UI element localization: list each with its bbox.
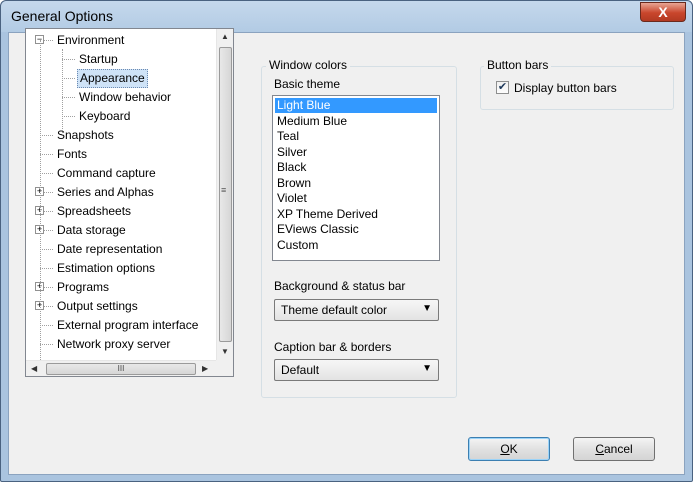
scrollbar-corner — [216, 360, 233, 376]
tree-item-label: Command capture — [57, 166, 156, 180]
theme-list-item[interactable]: Medium Blue — [275, 114, 347, 129]
tree-item-label: Window behavior — [79, 90, 172, 104]
theme-list-item[interactable]: Black — [275, 160, 306, 175]
window-title: General Options — [11, 8, 113, 24]
checkmark-icon: ✔ — [497, 81, 508, 93]
tree-item[interactable]: Network proxy server — [55, 335, 172, 354]
tree-item[interactable]: Snapshots — [55, 126, 116, 145]
tree-item[interactable]: Fonts — [55, 145, 89, 164]
tree-connector-line — [40, 325, 53, 326]
tree-item[interactable]: Programs — [55, 278, 111, 297]
tree-item-label: Programs — [57, 280, 110, 294]
theme-list-item[interactable]: Custom — [275, 238, 318, 253]
tree-item[interactable]: Series and Alphas — [55, 183, 156, 202]
tree-item-label: Series and Alphas — [57, 185, 154, 199]
tree-item-label: Network proxy server — [57, 337, 171, 351]
theme-list-item[interactable]: Brown — [275, 176, 311, 191]
display-button-bars-checkbox[interactable]: ✔ — [496, 81, 509, 94]
tree-item-label: Date representation — [57, 242, 163, 256]
tree-item-label: Estimation options — [57, 261, 156, 275]
caption-bar-borders-value: Default — [281, 363, 320, 377]
tree-item-label: Startup — [79, 52, 118, 66]
close-button[interactable]: X — [640, 2, 686, 22]
tree-item-label: Keyboard — [79, 109, 131, 123]
button-bars-group-title: Button bars — [484, 58, 552, 72]
hscroll-grip-icon: III — [117, 364, 125, 373]
tree-item[interactable]: Command capture — [55, 164, 158, 183]
ok-button[interactable]: OK — [468, 437, 550, 461]
tree-item[interactable]: Startup — [77, 50, 120, 69]
basic-theme-listbox[interactable]: Light Blue Medium Blue Teal Silver Black Brow… — [272, 95, 440, 261]
tree-item[interactable]: Keyboard — [77, 107, 132, 126]
tree-item[interactable]: Environment — [55, 31, 126, 50]
theme-list-item[interactable]: Teal — [275, 129, 299, 144]
close-icon: X — [658, 4, 668, 20]
options-tree[interactable]: Environment − Startup Appearance Window beha… — [25, 28, 234, 377]
tree-horizontal-scrollbar[interactable]: ◀ III ▶ — [26, 360, 216, 376]
tree-connector-line — [62, 97, 75, 98]
ok-button-label: OK — [500, 442, 518, 456]
tree-connector-line — [40, 344, 53, 345]
basic-theme-label: Basic theme — [274, 77, 341, 91]
tree-item[interactable]: Data storage — [55, 221, 128, 240]
scroll-down-arrow-icon[interactable]: ▼ — [221, 347, 229, 356]
tree-trunk-line — [40, 40, 41, 362]
tree-item[interactable]: External program interface — [55, 316, 200, 335]
background-status-bar-value: Theme default color — [281, 303, 388, 317]
scroll-up-arrow-icon[interactable]: ▲ — [221, 32, 229, 41]
caption-bar-borders-label: Caption bar & borders — [274, 340, 392, 354]
theme-list-item[interactable]: Silver — [275, 145, 307, 160]
background-status-bar-select[interactable]: Theme default color ▼ — [274, 299, 439, 321]
tree-connector-line — [62, 116, 75, 117]
tree-item[interactable]: Window behavior — [77, 88, 173, 107]
tree-item[interactable]: Appearance — [77, 69, 148, 88]
chevron-down-icon: ▼ — [422, 303, 432, 314]
tree-branch-line — [62, 49, 63, 135]
background-status-bar-label: Background & status bar — [274, 279, 406, 293]
tree-vertical-scroll-thumb[interactable]: ≡ — [219, 47, 232, 342]
tree-item-label: Spreadsheets — [57, 204, 132, 218]
theme-list-item[interactable]: Violet — [275, 191, 307, 206]
caption-bar-borders-select[interactable]: Default ▼ — [274, 359, 439, 381]
tree-connector-line — [40, 268, 53, 269]
tree-horizontal-scroll-thumb[interactable]: III — [46, 363, 196, 375]
tree-connector-line — [62, 59, 75, 60]
thumb-grip-icon: ≡ — [221, 185, 227, 195]
tree-item-label: Data storage — [57, 223, 126, 237]
tree-item-label: Snapshots — [57, 128, 114, 142]
tree-connector-line — [40, 173, 53, 174]
tree-item[interactable]: Output settings — [55, 297, 140, 316]
tree-item[interactable]: Date representation — [55, 240, 164, 259]
cancel-button-label: Cancel — [595, 442, 633, 456]
tree-connector-line — [40, 249, 53, 250]
tree-vertical-scrollbar[interactable]: ▲ ≡ ▼ — [216, 29, 233, 360]
tree-item[interactable]: Estimation options — [55, 259, 157, 278]
cancel-button[interactable]: Cancel — [573, 437, 655, 461]
display-button-bars-label[interactable]: Display button bars — [514, 81, 617, 95]
window-colors-group-title: Window colors — [266, 58, 351, 72]
tree-item-label: Fonts — [57, 147, 88, 161]
tree-connector-line — [62, 78, 75, 79]
scroll-left-arrow-icon[interactable]: ◀ — [31, 364, 37, 373]
tree-connector-line — [40, 154, 53, 155]
theme-list-item[interactable]: XP Theme Derived — [275, 207, 378, 222]
theme-list-item[interactable]: Light Blue — [275, 98, 437, 113]
tree-item[interactable]: Spreadsheets — [55, 202, 133, 221]
theme-list-item[interactable]: EViews Classic — [275, 222, 359, 237]
tree-item-label: External program interface — [57, 318, 199, 332]
tree-connector-line — [40, 135, 53, 136]
tree-item-label: Environment — [57, 33, 125, 47]
tree-item-label: Appearance — [77, 69, 148, 88]
scroll-right-arrow-icon[interactable]: ▶ — [202, 364, 208, 373]
tree-item-label: Output settings — [57, 299, 138, 313]
chevron-down-icon: ▼ — [422, 363, 432, 374]
